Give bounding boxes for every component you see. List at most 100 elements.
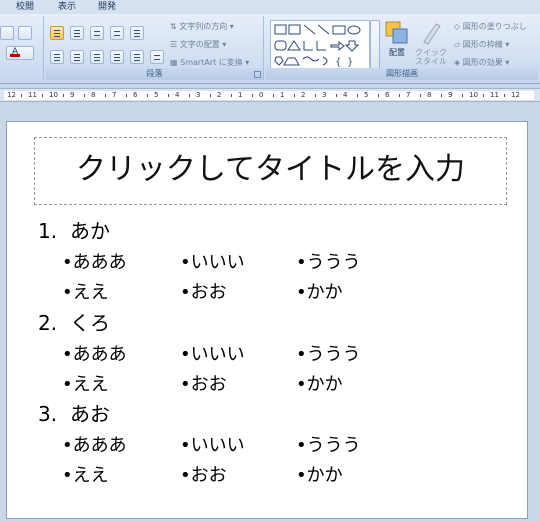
align-center-button[interactable]: [70, 50, 84, 64]
bullet-item[interactable]: •あああ: [62, 343, 127, 367]
shape-outline-button[interactable]: ▱ 図形の枠線 ▾: [454, 40, 509, 50]
list-item-number: 3.: [38, 402, 58, 426]
list-item[interactable]: 1. あか: [38, 218, 110, 244]
tab-developer[interactable]: 開発: [98, 1, 116, 13]
bullets-button[interactable]: [70, 26, 84, 40]
paragraph-dialog-launcher-icon[interactable]: [254, 71, 261, 78]
title-placeholder[interactable]: クリックしてタイトルを入力: [34, 137, 507, 205]
bullet-item[interactable]: •ううう: [296, 251, 361, 275]
bullet-item[interactable]: •あああ: [62, 251, 127, 275]
list-item-label: くろ: [70, 311, 110, 335]
ruler-tick-label: 1: [238, 91, 243, 99]
ruler-tick-mark: [251, 94, 253, 97]
shape-effects-button[interactable]: ◈ 図形の効果 ▾: [454, 58, 509, 68]
title-placeholder-text: クリックしてタイトルを入力: [75, 152, 466, 187]
bullet-item[interactable]: •あああ: [62, 434, 127, 458]
shapes-gallery-scroll[interactable]: [370, 20, 380, 70]
ruler-tick-mark: [440, 94, 442, 97]
shape-outline-label: 図形の枠線: [462, 40, 503, 49]
bullet-item[interactable]: •いいい: [180, 343, 245, 367]
shapes-gallery: { }: [270, 20, 370, 70]
shape-outline-icon: ▱: [454, 40, 463, 49]
align-left-button[interactable]: [50, 50, 64, 64]
bullet-item[interactable]: •おお: [180, 373, 227, 397]
bullet-item[interactable]: •いいい: [180, 434, 245, 458]
list-item[interactable]: 2. くろ: [38, 310, 110, 336]
bullet-item[interactable]: •かか: [296, 464, 343, 488]
align-text-label: 文字の配置: [179, 40, 220, 49]
shape-effects-icon: ◈: [454, 58, 463, 67]
ruler-tick-mark: [41, 94, 43, 97]
ruler-tick-mark: [188, 94, 190, 97]
shapes-gallery-icons[interactable]: { }: [271, 21, 371, 71]
ruler-tick-label: 2: [217, 91, 222, 99]
list-item[interactable]: 3. あお: [38, 401, 110, 427]
ruler-tick-label: 9: [448, 91, 453, 99]
ruler-tick-label: 11: [28, 91, 37, 99]
justify-button[interactable]: [110, 50, 124, 64]
slide-canvas[interactable]: クリックしてタイトルを入力 1. あか •あああ •いいい •ううう •ええ •おお •かか 2…: [6, 121, 528, 519]
font-group-partial: A: [0, 16, 44, 80]
decrease-indent-button[interactable]: [90, 26, 104, 40]
line-spacing-button[interactable]: [130, 26, 144, 40]
ruler-tick-mark: [146, 94, 148, 97]
increase-indent-button[interactable]: [110, 26, 124, 40]
list-item-label: あお: [70, 402, 110, 426]
ruler-tick-label: 4: [175, 91, 180, 99]
bullet-item[interactable]: •ううう: [296, 434, 361, 458]
svg-text:}: }: [347, 57, 353, 68]
align-text-button[interactable]: ☰ 文字の配置 ▾: [170, 40, 226, 50]
bullet-item[interactable]: •ええ: [62, 373, 109, 397]
ruler-tick-label: 1: [280, 91, 285, 99]
bullet-item[interactable]: •ええ: [62, 281, 109, 305]
ruler-tick-label: 4: [343, 91, 348, 99]
distribute-button[interactable]: [130, 50, 144, 64]
list-item-label: あか: [70, 219, 110, 243]
clear-format-button[interactable]: [18, 26, 32, 40]
bullet-item[interactable]: •ええ: [62, 464, 109, 488]
text-direction-button[interactable]: ⇅ 文字列の方向 ▾: [170, 22, 234, 32]
ruler-tick-label: 9: [70, 91, 75, 99]
arrange-button[interactable]: 配置: [382, 20, 412, 57]
ruler-tick-mark: [62, 94, 64, 97]
ruler-tick-mark: [230, 94, 232, 97]
horizontal-ruler[interactable]: 12 11 10 9 8 7 6 5 4 3 2 1 0 1 2 3 4 5 6 7 8 9 10 11 12: [0, 88, 540, 102]
ruler-tick-mark: [293, 94, 295, 97]
ruler-tick-mark: [377, 94, 379, 97]
bullet-item[interactable]: •ううう: [296, 343, 361, 367]
paragraph-group-label: 段落: [46, 68, 263, 80]
align-right-button[interactable]: [90, 50, 104, 64]
numbering-button[interactable]: [50, 26, 64, 40]
font-color-button[interactable]: A: [6, 46, 34, 60]
smartart-label: SmartArt に変換: [180, 58, 243, 67]
bullet-item[interactable]: •かか: [296, 373, 343, 397]
ruler-scale: 12 11 10 9 8 7 6 5 4 3 2 1 0 1 2 3 4 5 6 7 8 9 10 11 12: [4, 91, 534, 100]
text-direction-label: 文字列の方向: [179, 22, 228, 31]
ruler-tick-label: 3: [196, 91, 201, 99]
font-size-button[interactable]: [0, 26, 14, 40]
ruler-tick-label: 11: [490, 91, 499, 99]
ruler-tick-label: 6: [133, 91, 138, 99]
shape-fill-button[interactable]: ◇ 図形の塗りつぶし: [454, 22, 527, 32]
tab-review[interactable]: 校閲: [16, 1, 34, 13]
bullet-item[interactable]: •おお: [180, 281, 227, 305]
bullet-item[interactable]: •おお: [180, 464, 227, 488]
ruler-tick-label: 5: [154, 91, 159, 99]
ruler-tick-label: 12: [7, 91, 16, 99]
quick-style-button[interactable]: クイック スタイル: [414, 20, 448, 66]
ruler-tick-label: 8: [91, 91, 96, 99]
drawing-group-label: 図形描画: [266, 68, 538, 80]
font-color-swatch: [10, 54, 20, 57]
columns-button[interactable]: [150, 50, 164, 64]
tab-view[interactable]: 表示: [58, 1, 76, 13]
bullet-item[interactable]: •かか: [296, 281, 343, 305]
bullet-item[interactable]: •いいい: [180, 251, 245, 275]
arrange-label: 配置: [389, 48, 405, 57]
quick-style-label: クイック スタイル: [415, 48, 447, 66]
ruler-tick-label: 7: [112, 91, 117, 99]
smartart-convert-button[interactable]: ▦ SmartArt に変換 ▾: [170, 58, 249, 68]
ruler-tick-mark: [398, 94, 400, 97]
ruler-tick-mark: [104, 94, 106, 97]
ruler-tick-label: 5: [364, 91, 369, 99]
ruler-tick-mark: [20, 94, 22, 97]
